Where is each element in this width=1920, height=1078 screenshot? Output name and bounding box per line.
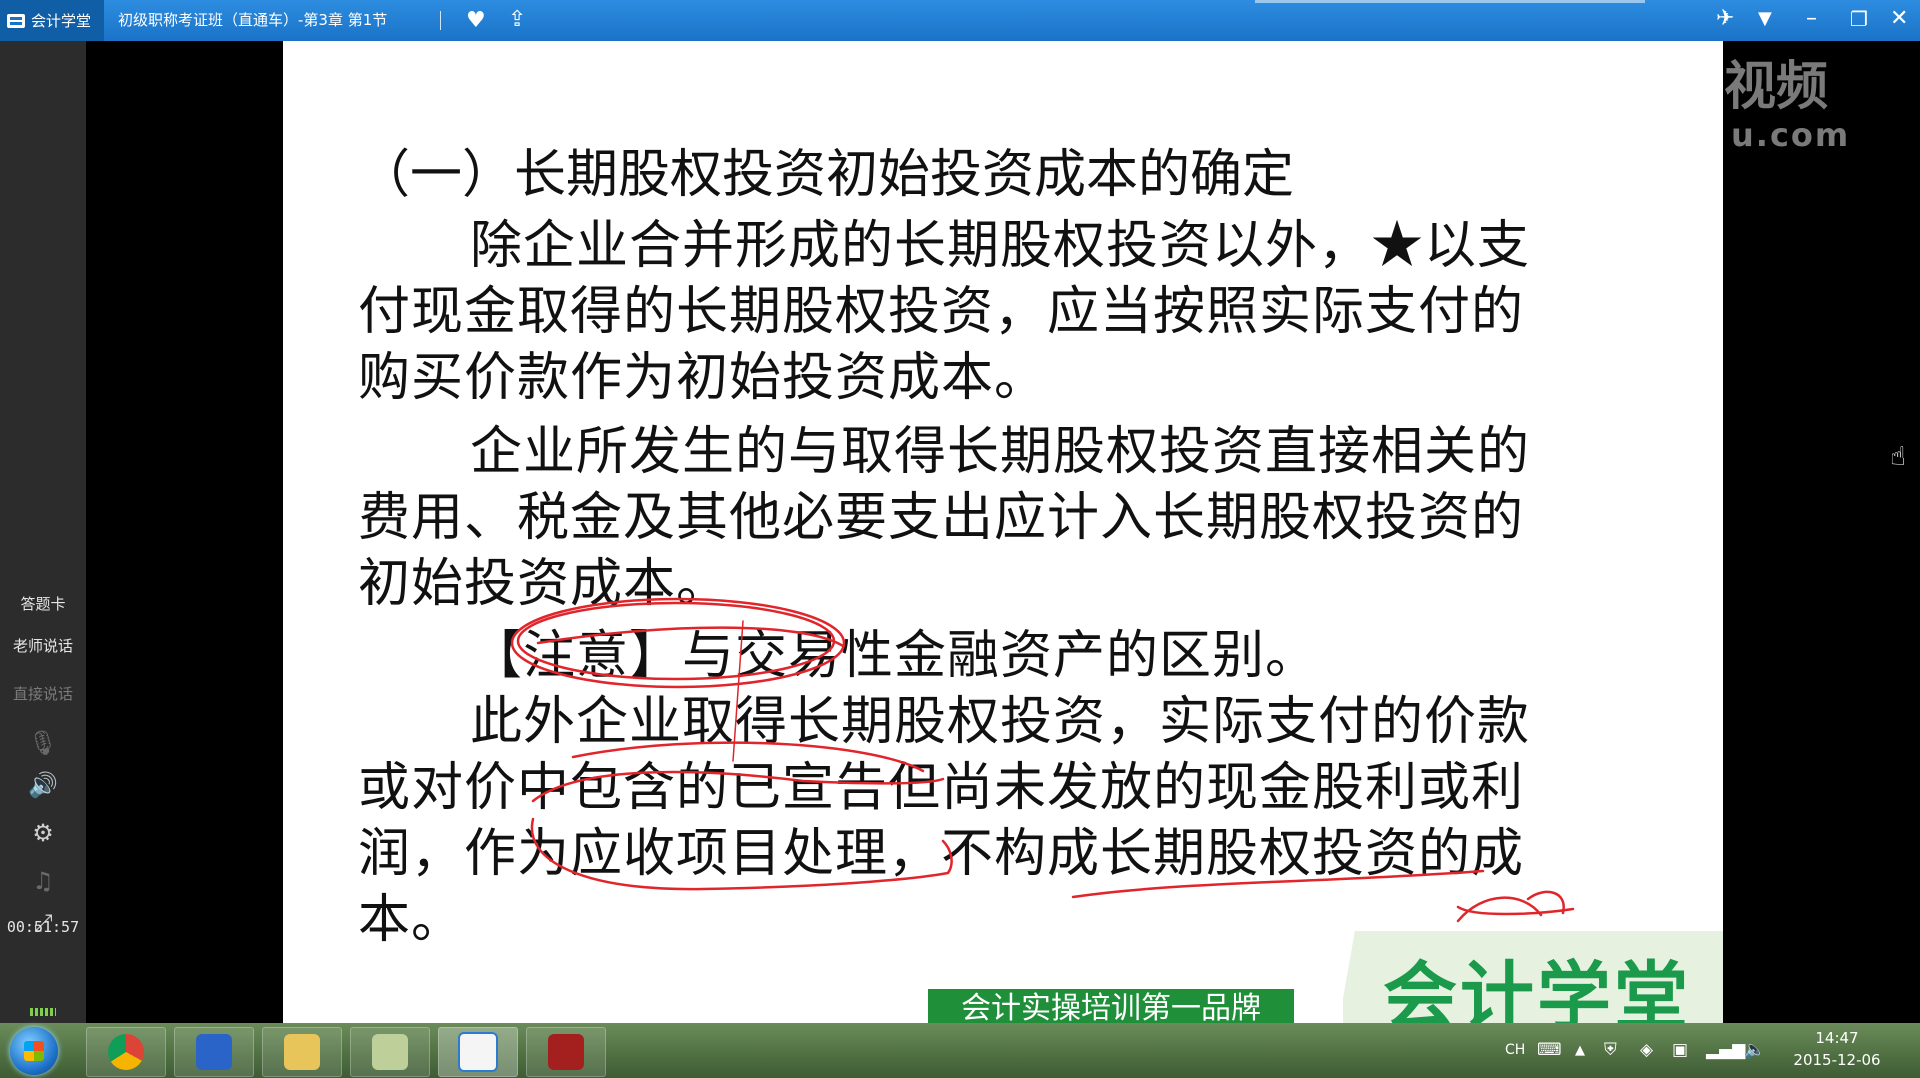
chrome-icon[interactable] xyxy=(86,1027,166,1077)
keyboard-icon[interactable]: ⌨ xyxy=(1537,1040,1562,1060)
plane-icon[interactable]: ✈ xyxy=(1716,6,1734,32)
taskbar-clock[interactable]: 14:47 2015-12-06 xyxy=(1782,1027,1892,1071)
para1-line1: 除企业合并形成的长期股权投资以外，★以支 xyxy=(470,216,1531,276)
volume-icon[interactable]: 🔈 xyxy=(1744,1040,1765,1060)
clock-time: 14:47 xyxy=(1815,1029,1859,1047)
clock-date: 2015-12-06 xyxy=(1793,1051,1881,1069)
kjxt-app-icon[interactable] xyxy=(438,1027,518,1077)
para2-line2: 费用、税金及其他必要支出应计入长期股权投资的 xyxy=(358,488,1525,548)
app-tab[interactable]: 会计学堂 xyxy=(0,0,104,41)
shield-icon[interactable]: ⛨ xyxy=(1604,1040,1617,1060)
network-icon[interactable]: ▂▄▆ xyxy=(1706,1040,1745,1060)
slogan-banner: 会计实操培训第一品牌 xyxy=(928,989,1294,1023)
para3-line1: 此外企业取得长期股权投资，实际支付的价款 xyxy=(470,692,1531,752)
app-name: 会计学堂 xyxy=(31,12,92,30)
para1-line2: 付现金取得的长期股权投资，应当按照实际支付的 xyxy=(358,282,1525,342)
share-icon[interactable]: ⇪ xyxy=(508,7,526,32)
slide-title: （一）长期股权投资初始投资成本的确定 xyxy=(358,145,1295,205)
chevron-down-icon[interactable]: ▼ xyxy=(1758,6,1772,32)
sidebar: 答题卡 老师说话 直接说话 🎙 🔊 ⚙ ♫ ⤢ 00:51:57 xyxy=(0,41,86,1023)
note-line: 【注意】与交易性金融资产的区别。 xyxy=(470,626,1319,686)
tray-expand-icon[interactable]: ▲ xyxy=(1575,1043,1585,1058)
gear-icon[interactable]: ⚙ xyxy=(0,819,86,847)
para2-line3: 初始投资成本。 xyxy=(358,554,730,614)
answer-card-button[interactable]: 答题卡 xyxy=(0,593,86,614)
mic-muted-icon[interactable]: 🎙 xyxy=(0,729,86,757)
para3-line3: 润，作为应收项目处理，不构成长期股权投资的成 xyxy=(358,824,1525,884)
heart-icon[interactable]: ♥ xyxy=(466,8,486,33)
close-icon[interactable]: ✕ xyxy=(1890,6,1908,32)
right-black-area xyxy=(1723,41,1920,1023)
display-icon[interactable]: ▣ xyxy=(1672,1040,1688,1060)
teacher-speaking-button[interactable]: 老师说话 xyxy=(0,635,86,656)
title-bar: 会计学堂 初级职称考证班（直通车）-第3章 第1节 ♥ ⇪ ✈ ▼ – ❐ ✕ xyxy=(0,0,1920,41)
language-indicator[interactable]: CH xyxy=(1505,1042,1525,1058)
hand-cursor-icon: ☝ xyxy=(1890,442,1906,472)
slide-text: （一）长期股权投资初始投资成本的确定 除企业合并形成的长期股权投资以外，★以支 … xyxy=(358,141,1618,953)
direct-speaking-button[interactable]: 直接说话 xyxy=(0,683,86,704)
watermark-url: u.com xyxy=(1731,116,1851,154)
brand-logo: 会计学堂 xyxy=(1383,954,1691,1023)
music-icon[interactable]: ♫ xyxy=(0,867,86,895)
para3-line2: 或对价中包含的已宣告但尚未发放的现金股利或利 xyxy=(358,758,1525,818)
window-title: 初级职称考证班（直通车）-第3章 第1节 xyxy=(118,11,388,29)
notes-icon[interactable] xyxy=(350,1027,430,1077)
app-logo-icon xyxy=(7,13,25,28)
start-button[interactable] xyxy=(10,1027,58,1075)
title-separator xyxy=(440,11,441,30)
minimize-icon[interactable]: – xyxy=(1806,6,1817,32)
lecture-slide: （一）长期股权投资初始投资成本的确定 除企业合并形成的长期股权投资以外，★以支 … xyxy=(283,41,1723,1023)
update-icon[interactable]: ◈ xyxy=(1640,1040,1653,1060)
para1-line3: 购买价款作为初始投资成本。 xyxy=(358,348,1048,408)
media-app-icon[interactable] xyxy=(526,1027,606,1077)
explorer-icon[interactable] xyxy=(174,1027,254,1077)
audio-level-meter xyxy=(30,1008,56,1016)
loading-progress-bar xyxy=(1255,0,1645,3)
elapsed-timer: 00:51:57 xyxy=(6,918,80,936)
speaker-icon[interactable]: 🔊 xyxy=(0,771,86,799)
brand-panel: 会计学堂 xyxy=(1343,931,1723,1023)
para2-line1: 企业所发生的与取得长期股权投资直接相关的 xyxy=(470,422,1531,482)
taskbar xyxy=(0,1023,1920,1078)
watermark-text: 视频 xyxy=(1724,57,1829,117)
folder-icon[interactable] xyxy=(262,1027,342,1077)
restore-icon[interactable]: ❐ xyxy=(1850,6,1868,32)
